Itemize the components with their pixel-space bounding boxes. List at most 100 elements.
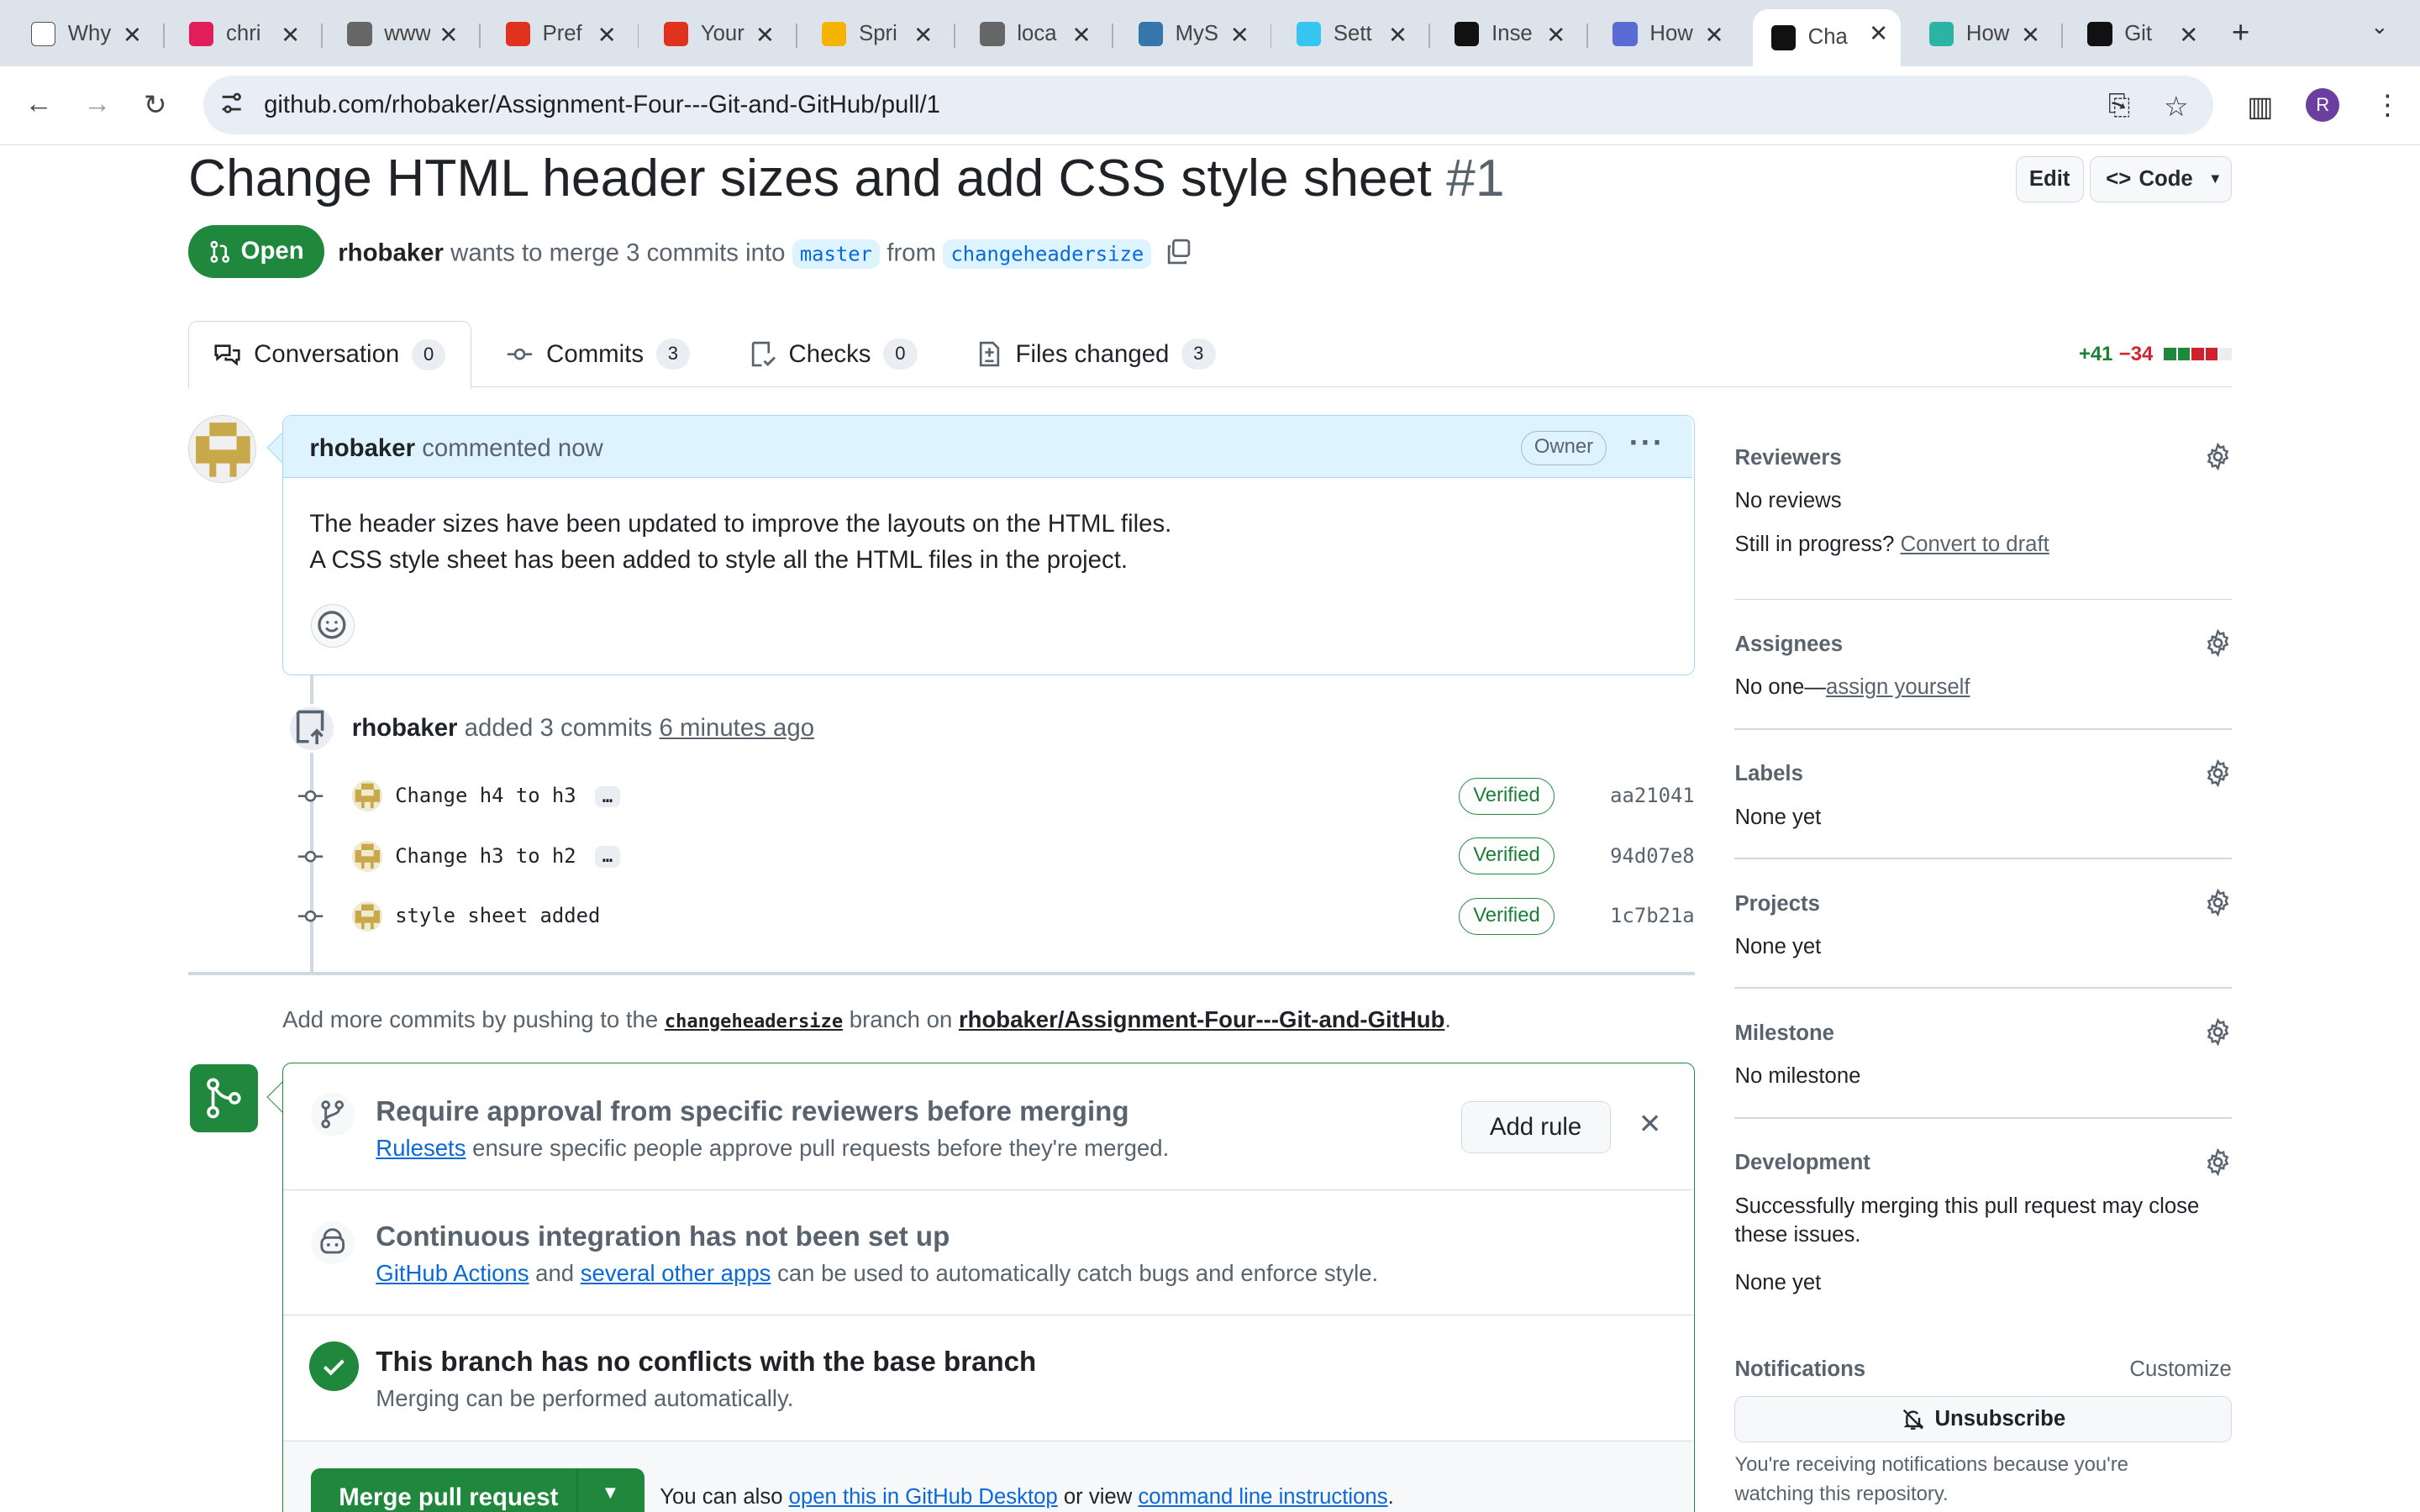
favicon-icon: [822, 21, 847, 47]
close-tab-icon[interactable]: ✕: [1230, 22, 1249, 49]
reload-icon[interactable]: ↻: [144, 88, 167, 122]
side-panel-icon[interactable]: ▥: [2247, 90, 2273, 123]
avatar[interactable]: [188, 415, 256, 483]
back-icon[interactable]: ←: [24, 88, 52, 120]
verified-badge[interactable]: Verified: [1458, 897, 1555, 936]
comment-header: rhobaker commented now Owner ···: [283, 416, 1693, 478]
browser-tab[interactable]: www ✕: [329, 11, 471, 57]
checklist-icon: [751, 341, 776, 367]
gear-icon[interactable]: [2204, 629, 2232, 658]
browser-tab[interactable]: chri ✕: [171, 11, 313, 57]
comment-author[interactable]: rhobaker: [309, 434, 415, 462]
profile-avatar[interactable]: R: [2306, 87, 2340, 123]
commit-sha[interactable]: 94d07e8: [1610, 844, 1695, 868]
close-tab-icon[interactable]: ✕: [597, 22, 617, 49]
avatar[interactable]: [351, 840, 383, 872]
merge-box: Require approval from specific reviewers…: [282, 1063, 1695, 1512]
comment-box: rhobaker commented now Owner ··· The hea…: [282, 415, 1695, 676]
browser-tab[interactable]: How ✕: [1594, 11, 1736, 57]
avatar[interactable]: [351, 780, 383, 812]
browser-tab-title: Your: [700, 21, 744, 45]
add-rule-button[interactable]: Add rule: [1460, 1100, 1611, 1153]
copy-icon[interactable]: [1165, 238, 1192, 265]
tab-checks[interactable]: Checks 0: [749, 321, 918, 387]
gear-icon[interactable]: [2204, 443, 2232, 471]
favicon-icon: [663, 21, 689, 47]
author-link[interactable]: rhobaker: [338, 239, 444, 266]
browser-tab[interactable]: MyS ✕: [1120, 11, 1262, 57]
close-tab-icon[interactable]: ✕: [1071, 22, 1091, 49]
new-tab-button[interactable]: +: [2232, 15, 2249, 50]
merge-pull-request-button[interactable]: Merge pull request ▼: [311, 1467, 644, 1512]
commit-message[interactable]: Change h3 to h2…: [395, 844, 621, 869]
unsubscribe-button[interactable]: Unsubscribe: [1734, 1396, 2232, 1443]
browser-tab[interactable]: Cha ✕: [1752, 9, 1901, 66]
close-tab-icon[interactable]: ✕: [123, 22, 142, 49]
tab-files-changed[interactable]: Files changed 3: [976, 321, 1216, 387]
triangle-down-icon[interactable]: ▼: [601, 1482, 619, 1504]
browser-tab[interactable]: Why ✕: [13, 11, 155, 57]
expand-commit-button[interactable]: …: [594, 846, 621, 869]
menu-kebab-icon[interactable]: ⋮: [2374, 88, 2402, 122]
browser-tab[interactable]: Spri ✕: [803, 11, 945, 57]
browser-tab[interactable]: Pref ✕: [487, 11, 629, 57]
site-info-icon[interactable]: [219, 91, 244, 115]
browser-tab[interactable]: How ✕: [1911, 11, 2053, 57]
avatar[interactable]: [351, 900, 383, 932]
gear-icon[interactable]: [2204, 759, 2232, 787]
close-tab-icon[interactable]: ✕: [1704, 22, 1723, 49]
favicon-icon: [980, 21, 1005, 47]
close-tab-icon[interactable]: ✕: [1546, 22, 1565, 49]
forward-icon[interactable]: →: [83, 88, 111, 120]
close-tab-icon[interactable]: ✕: [2179, 22, 2198, 49]
close-tab-icon[interactable]: ✕: [439, 22, 458, 49]
browser-tab[interactable]: Sett ✕: [1278, 11, 1420, 57]
customize-link[interactable]: Customize: [2129, 1357, 2231, 1382]
edit-button[interactable]: Edit: [2015, 155, 2084, 202]
assign-yourself-link[interactable]: assign yourself: [1826, 675, 1970, 699]
gear-icon[interactable]: [2204, 1018, 2232, 1047]
close-tab-icon[interactable]: ✕: [281, 22, 300, 49]
browser-tab-title: How: [1965, 21, 2010, 45]
ci-section: Continuous integration has not been set …: [283, 1190, 1693, 1315]
favicon-icon: [1138, 21, 1163, 47]
bookmark-star-icon[interactable]: ☆: [2164, 90, 2189, 123]
close-tab-icon[interactable]: ✕: [1388, 22, 1407, 49]
commit-sha[interactable]: aa21041: [1610, 784, 1695, 807]
smiley-icon[interactable]: [311, 604, 355, 648]
commit-message[interactable]: Change h4 to h3…: [395, 784, 621, 808]
close-tab-icon[interactable]: ✕: [755, 22, 775, 49]
tab-search-icon[interactable]: ⌄: [2370, 14, 2389, 39]
file-diff-icon: [979, 341, 999, 367]
gear-icon[interactable]: [2204, 1147, 2232, 1176]
close-tab-icon[interactable]: ✕: [1869, 20, 1888, 47]
conflicts-section: This branch has no conflicts with the ba…: [283, 1315, 1693, 1442]
triangle-down-icon: ▼: [2208, 171, 2223, 187]
tab-separator: [637, 23, 639, 48]
browser-tab[interactable]: Inse ✕: [1436, 11, 1578, 57]
convert-to-draft-link[interactable]: Convert to draft: [1901, 533, 2049, 556]
install-app-icon[interactable]: ⎘: [2108, 90, 2130, 122]
code-button[interactable]: <> Code ▼: [2089, 155, 2232, 202]
gear-icon[interactable]: [2204, 888, 2232, 916]
browser-tab[interactable]: Your ✕: [645, 11, 787, 57]
close-tab-icon[interactable]: ✕: [913, 22, 933, 49]
commit-sha[interactable]: 1c7b21a: [1610, 904, 1695, 927]
commit-row: Change h3 to h2… Verified 94d07e8: [297, 837, 1695, 875]
head-branch[interactable]: changeheadersize: [943, 239, 1152, 270]
expand-commit-button[interactable]: …: [594, 785, 621, 808]
verified-badge[interactable]: Verified: [1458, 837, 1555, 875]
commit-message[interactable]: style sheet added: [395, 904, 600, 927]
page-title: Change HTML header sizes and add CSS sty…: [188, 149, 1505, 208]
close-tab-icon[interactable]: ✕: [2021, 22, 2040, 49]
tab-commits[interactable]: Commits 3: [506, 321, 691, 387]
verified-badge[interactable]: Verified: [1458, 777, 1555, 815]
tab-conversation[interactable]: Conversation 0: [188, 321, 471, 389]
browser-tab[interactable]: Git ✕: [2069, 11, 2211, 57]
close-icon[interactable]: ✕: [1639, 1107, 1662, 1141]
kebab-horizontal-icon[interactable]: ···: [1629, 425, 1665, 460]
base-branch[interactable]: master: [792, 239, 881, 270]
address-bar[interactable]: github.com/rhobaker/Assignment-Four---Gi…: [203, 75, 2213, 134]
browser-tab[interactable]: loca ✕: [961, 11, 1103, 57]
tab-separator: [162, 23, 165, 48]
